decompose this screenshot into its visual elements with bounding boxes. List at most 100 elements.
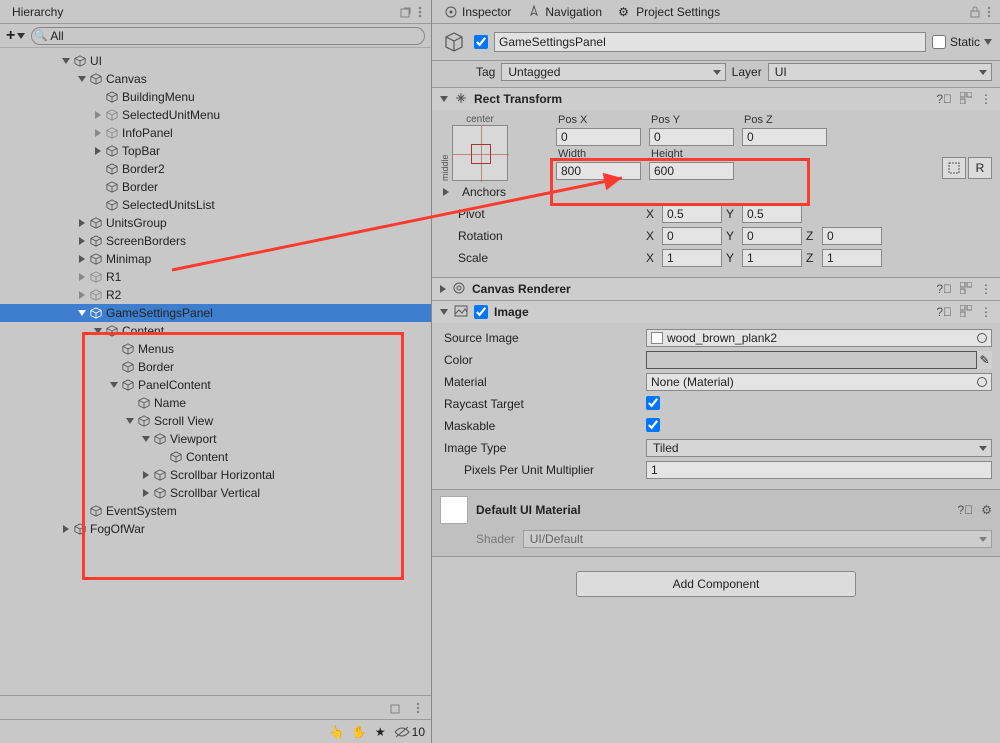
canvas-renderer-header[interactable]: Canvas Renderer ?⃝⋮ bbox=[432, 278, 1000, 300]
blueprint-mode-button[interactable] bbox=[942, 157, 966, 179]
tag-dropdown[interactable]: Untagged bbox=[501, 63, 725, 81]
kebab-icon-5[interactable]: ⋮ bbox=[980, 282, 992, 296]
create-dropdown[interactable]: + bbox=[6, 27, 25, 45]
posy-input[interactable] bbox=[649, 128, 734, 146]
image-enabled-checkbox[interactable] bbox=[474, 305, 488, 319]
static-checkbox[interactable] bbox=[932, 35, 946, 49]
eyedropper-icon[interactable]: ✎ bbox=[976, 351, 992, 369]
tree-row[interactable]: Canvas bbox=[0, 70, 431, 88]
tree-row[interactable]: Name bbox=[0, 394, 431, 412]
anchor-preset-button[interactable] bbox=[452, 125, 508, 181]
inspector-panel: Inspector Navigation ⚙ Project Settings … bbox=[432, 0, 1000, 743]
static-toggle[interactable]: Static bbox=[932, 35, 992, 49]
visibility-icon[interactable]: 10 bbox=[394, 725, 425, 739]
height-input[interactable] bbox=[649, 162, 734, 180]
tree-row[interactable]: SelectedUnitsList bbox=[0, 196, 431, 214]
pivot-x-input[interactable] bbox=[662, 205, 722, 223]
popout-icon[interactable] bbox=[399, 5, 413, 19]
hierarchy-tree[interactable]: UICanvasBuildingMenuSelectedUnitMenuInfo… bbox=[0, 48, 431, 695]
maskable-checkbox[interactable] bbox=[646, 418, 660, 432]
cube-icon bbox=[136, 413, 152, 429]
rot-y-input[interactable] bbox=[742, 227, 802, 245]
navigation-tab[interactable]: Navigation bbox=[519, 2, 610, 22]
tree-row[interactable]: PanelContent bbox=[0, 376, 431, 394]
preset-icon[interactable] bbox=[960, 92, 972, 107]
anchors-row[interactable]: Anchors bbox=[440, 181, 992, 203]
preset-icon[interactable] bbox=[960, 282, 972, 297]
tree-row[interactable]: SelectedUnitMenu bbox=[0, 106, 431, 124]
hierarchy-search[interactable]: 🔍 bbox=[31, 27, 425, 45]
tree-row[interactable]: Content bbox=[0, 322, 431, 340]
hierarchy-tab[interactable]: Hierarchy bbox=[4, 2, 71, 22]
tree-row[interactable]: Border bbox=[0, 358, 431, 376]
imagetype-dropdown[interactable]: Tiled bbox=[646, 439, 992, 457]
image-header[interactable]: Image ?⃝⋮ bbox=[432, 301, 1000, 323]
tree-row[interactable]: ScreenBorders bbox=[0, 232, 431, 250]
tree-row[interactable]: Viewport bbox=[0, 430, 431, 448]
scale-z-input[interactable] bbox=[822, 249, 882, 267]
pivot-y-input[interactable] bbox=[742, 205, 802, 223]
layer-dropdown[interactable]: UI bbox=[768, 63, 992, 81]
inspector-tab[interactable]: Inspector bbox=[436, 2, 519, 22]
tree-row[interactable]: Scrollbar Vertical bbox=[0, 484, 431, 502]
hand-icon[interactable]: ✋ bbox=[352, 725, 367, 739]
scale-x-input[interactable] bbox=[662, 249, 722, 267]
tree-row[interactable]: GameSettingsPanel bbox=[0, 304, 431, 322]
star-icon[interactable]: ★ bbox=[375, 725, 386, 739]
projectsettings-tab[interactable]: ⚙ Project Settings bbox=[610, 2, 728, 22]
posx-input[interactable] bbox=[556, 128, 641, 146]
raycast-checkbox[interactable] bbox=[646, 396, 660, 410]
hierarchy-search-input[interactable] bbox=[31, 27, 425, 45]
lock-icon[interactable] bbox=[968, 5, 982, 19]
posz-input[interactable] bbox=[742, 128, 827, 146]
kebab-icon-6[interactable]: ⋮ bbox=[980, 305, 992, 319]
y-label: Y bbox=[726, 207, 738, 221]
tree-row[interactable]: Border2 bbox=[0, 160, 431, 178]
kebab-icon-4[interactable]: ⋮ bbox=[980, 92, 992, 106]
tree-row[interactable]: EventSystem bbox=[0, 502, 431, 520]
scale-y-input[interactable] bbox=[742, 249, 802, 267]
color-swatch[interactable]: ✎ bbox=[646, 351, 992, 369]
tree-row[interactable]: Content bbox=[0, 448, 431, 466]
shader-dropdown[interactable]: UI/Default bbox=[523, 530, 992, 548]
rot-z-input[interactable] bbox=[822, 227, 882, 245]
tree-row[interactable]: Minimap bbox=[0, 250, 431, 268]
help-icon[interactable]: ?⃝ bbox=[936, 282, 952, 296]
object-picker-icon[interactable] bbox=[977, 377, 987, 387]
ppu-input[interactable] bbox=[646, 461, 992, 479]
source-image-field[interactable]: wood_brown_plank2 bbox=[646, 329, 992, 347]
anchor-middle-label: middle bbox=[440, 114, 450, 181]
rect-transform-header[interactable]: Rect Transform ?⃝ ⋮ bbox=[432, 88, 1000, 110]
help-icon[interactable]: ?⃝ bbox=[936, 305, 952, 319]
kebab-icon-3[interactable] bbox=[982, 5, 996, 19]
finger-icon[interactable]: 👆 bbox=[329, 725, 344, 739]
material-header[interactable]: Default UI Material ?⃝⚙ bbox=[432, 490, 1000, 526]
gear-icon[interactable]: ⚙ bbox=[981, 503, 992, 517]
tree-row[interactable]: Menus bbox=[0, 340, 431, 358]
tree-row[interactable]: TopBar bbox=[0, 142, 431, 160]
tree-row[interactable]: UnitsGroup bbox=[0, 214, 431, 232]
kebab-icon-2[interactable] bbox=[411, 701, 425, 715]
rot-x-input[interactable] bbox=[662, 227, 722, 245]
raw-mode-button[interactable]: R bbox=[968, 157, 992, 179]
tree-row[interactable]: BuildingMenu bbox=[0, 88, 431, 106]
material-field[interactable]: None (Material) bbox=[646, 373, 992, 391]
tree-row[interactable]: InfoPanel bbox=[0, 124, 431, 142]
preset-icon[interactable] bbox=[960, 305, 972, 320]
object-name-input[interactable] bbox=[494, 32, 926, 52]
tree-row[interactable]: R1 bbox=[0, 268, 431, 286]
tree-row[interactable]: Scroll View bbox=[0, 412, 431, 430]
active-checkbox[interactable] bbox=[474, 35, 488, 49]
kebab-icon[interactable] bbox=[413, 5, 427, 19]
help-icon[interactable]: ?⃝ bbox=[936, 92, 952, 106]
tree-row[interactable]: Scrollbar Horizontal bbox=[0, 466, 431, 484]
width-input[interactable] bbox=[556, 162, 641, 180]
tree-row[interactable]: UI bbox=[0, 52, 431, 70]
help-icon[interactable]: ?⃝ bbox=[958, 503, 974, 517]
object-picker-icon[interactable] bbox=[977, 333, 987, 343]
add-component-button[interactable]: Add Component bbox=[576, 571, 856, 597]
tree-row[interactable]: Border bbox=[0, 178, 431, 196]
popout-icon-2[interactable] bbox=[389, 701, 403, 715]
tree-row[interactable]: FogOfWar bbox=[0, 520, 431, 538]
tree-row[interactable]: R2 bbox=[0, 286, 431, 304]
